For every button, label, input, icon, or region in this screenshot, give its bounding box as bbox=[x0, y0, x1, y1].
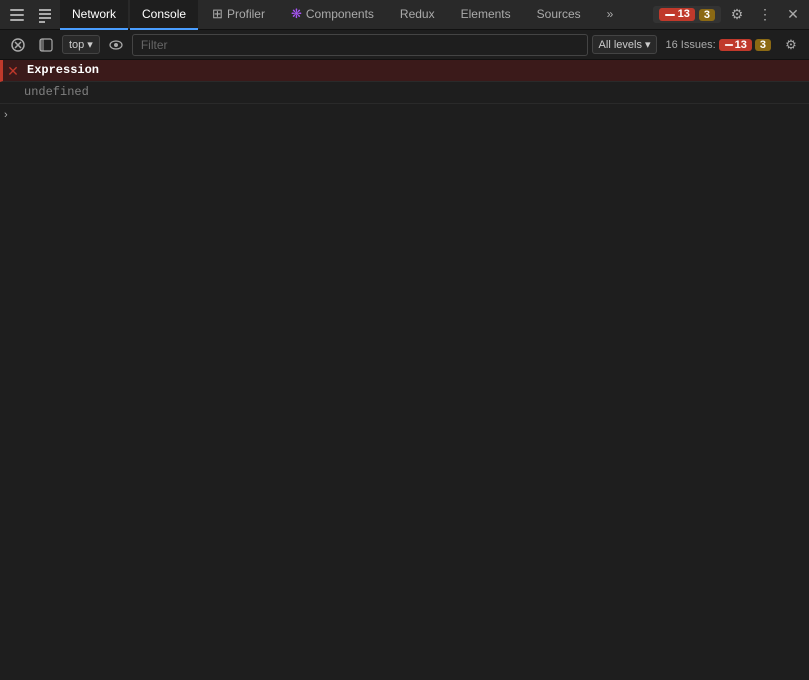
expression-text: Expression bbox=[27, 63, 99, 77]
context-selector[interactable]: top ▾ bbox=[62, 35, 100, 54]
tab-profiler[interactable]: ⊞ Profiler bbox=[200, 0, 277, 30]
tab-network-label: Network bbox=[72, 7, 116, 21]
tab-console-label: Console bbox=[142, 7, 186, 21]
entry-close-btn[interactable]: ✕ bbox=[3, 60, 23, 80]
chevron-right-icon: › bbox=[4, 109, 8, 121]
levels-dropdown-icon: ▾ bbox=[645, 38, 651, 51]
eye-btn[interactable] bbox=[104, 33, 128, 57]
more-options-btn[interactable]: ⋮ bbox=[753, 3, 777, 27]
main-content: top ▾ All levels ▾ 16 Issues: 13 3 ⚙ bbox=[0, 30, 809, 680]
filter-input[interactable] bbox=[132, 34, 588, 56]
settings-icon-btn[interactable]: ⚙ bbox=[725, 3, 749, 27]
tab-elements[interactable]: Elements bbox=[449, 0, 523, 30]
issues-text: 16 Issues: bbox=[665, 39, 715, 51]
console-entry-undefined: undefined bbox=[0, 82, 809, 104]
entry-content-expression: Expression bbox=[23, 60, 809, 80]
components-icon: ❋ bbox=[291, 6, 302, 22]
devtools-pin-btn[interactable] bbox=[32, 2, 58, 28]
console-entry-expression: ✕ Expression bbox=[0, 60, 809, 82]
levels-selector[interactable]: All levels ▾ bbox=[592, 35, 658, 54]
console-body: ✕ Expression undefined › bbox=[0, 60, 809, 680]
tab-profiler-label: Profiler bbox=[227, 7, 265, 21]
tab-sources[interactable]: Sources bbox=[525, 0, 593, 30]
tab-bar-left: Network Console ⊞ Profiler ❋ Components … bbox=[4, 0, 625, 30]
tab-console[interactable]: Console bbox=[130, 0, 198, 30]
close-devtools-btn[interactable]: ✕ bbox=[781, 3, 805, 27]
overflow-icon: » bbox=[607, 7, 614, 21]
issues-badge[interactable]: 13 3 bbox=[653, 6, 721, 22]
close-icon[interactable]: ✕ bbox=[7, 63, 19, 80]
devtools-toggle-btn[interactable] bbox=[4, 2, 30, 28]
warning-badge: 3 bbox=[699, 9, 715, 21]
context-dropdown-icon: ▾ bbox=[87, 38, 93, 51]
console-input-line[interactable]: › bbox=[0, 104, 809, 126]
levels-label: All levels bbox=[599, 39, 642, 51]
context-label: top bbox=[69, 39, 84, 51]
tab-redux[interactable]: Redux bbox=[388, 0, 447, 30]
toolbar-error-count: 13 bbox=[719, 39, 752, 51]
tab-redux-label: Redux bbox=[400, 7, 435, 21]
undefined-text: undefined bbox=[24, 85, 89, 99]
clear-console-btn[interactable] bbox=[6, 33, 30, 57]
tab-components[interactable]: ❋ Components bbox=[279, 0, 386, 30]
tab-elements-label: Elements bbox=[461, 7, 511, 21]
toggle-sidebar-btn[interactable] bbox=[34, 33, 58, 57]
error-badge: 13 bbox=[659, 8, 695, 20]
issues-count-display: 16 Issues: 13 3 bbox=[661, 33, 775, 57]
console-settings-btn[interactable]: ⚙ bbox=[779, 33, 803, 57]
tab-bar-right: 13 3 ⚙ ⋮ ✕ bbox=[653, 3, 805, 27]
profiler-icon: ⊞ bbox=[212, 6, 223, 22]
entry-content-undefined: undefined bbox=[20, 82, 809, 102]
tab-network[interactable]: Network bbox=[60, 0, 128, 30]
tab-bar: Network Console ⊞ Profiler ❋ Components … bbox=[0, 0, 809, 30]
tab-overflow-btn[interactable]: » bbox=[595, 0, 626, 30]
tab-sources-label: Sources bbox=[537, 7, 581, 21]
toolbar-warning-count: 3 bbox=[755, 39, 771, 51]
console-toolbar: top ▾ All levels ▾ 16 Issues: 13 3 ⚙ bbox=[0, 30, 809, 60]
tab-components-label: Components bbox=[306, 7, 374, 21]
